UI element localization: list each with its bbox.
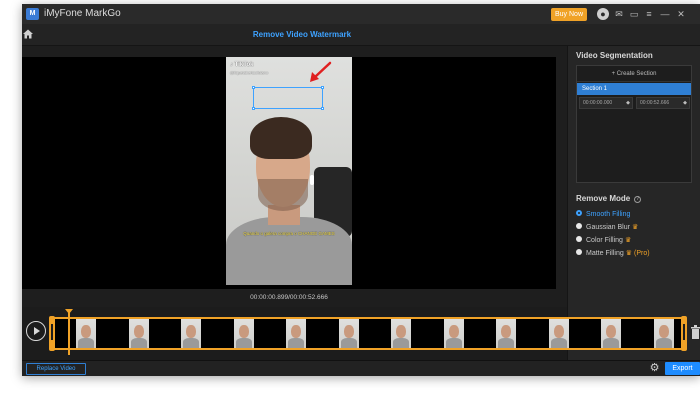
- segmentation-title: Video Segmentation: [576, 51, 653, 60]
- radio-icon[interactable]: [576, 249, 582, 255]
- close-icon[interactable]: ✕: [675, 8, 687, 20]
- bottom-bar: Replace Video ⚙ Export: [22, 360, 700, 376]
- help-icon[interactable]: ?: [634, 196, 642, 203]
- trim-handle-right[interactable]: [681, 316, 687, 351]
- radio-icon[interactable]: [576, 223, 582, 229]
- mail-icon[interactable]: ✉: [613, 8, 625, 20]
- mode-gaussian-blur[interactable]: Gaussian Blur ♛: [576, 222, 638, 233]
- spinner-icon[interactable]: ◆: [626, 98, 630, 108]
- filmstrip-thumbnail: [286, 319, 306, 348]
- crown-icon: ♛: [631, 224, 639, 231]
- app-title: iMyFone MarkGo: [44, 8, 121, 19]
- create-section-button[interactable]: + Create Section: [577, 66, 691, 82]
- segmentation-box: + Create Section Section 1 00:00:00.000 …: [576, 65, 692, 183]
- mode-label: Smooth Filling: [586, 211, 631, 218]
- filmstrip-thumbnail: [181, 319, 201, 348]
- mode-label: Gaussian Blur: [586, 224, 630, 231]
- resize-handle[interactable]: [252, 107, 255, 110]
- filmstrip-thumbnail: [76, 319, 96, 348]
- timeline: [22, 307, 687, 362]
- resize-handle[interactable]: [252, 86, 255, 89]
- home-icon[interactable]: [22, 28, 34, 40]
- mode-color-filling[interactable]: Color Filling ♛: [576, 235, 631, 246]
- playhead[interactable]: [65, 309, 73, 355]
- buy-now-button[interactable]: Buy Now: [551, 8, 587, 21]
- section-start-value: 00:00:00.000: [583, 100, 613, 106]
- filmstrip-thumbnail: [496, 319, 516, 348]
- trim-handle-left[interactable]: [49, 316, 55, 351]
- app-logo-icon: M: [26, 8, 39, 20]
- resize-handle[interactable]: [321, 107, 324, 110]
- crown-icon: ♛: [624, 237, 632, 244]
- filmstrip-thumbnail: [128, 319, 149, 348]
- filmstrip-thumbnail: [548, 319, 569, 348]
- replace-video-button[interactable]: Replace Video: [26, 363, 86, 375]
- tiktok-handle: @fiqueiabertaofulano: [230, 70, 269, 75]
- filmstrip[interactable]: [52, 317, 687, 350]
- filmstrip-thumbnail: [391, 319, 411, 348]
- avatar-icon[interactable]: ●: [597, 8, 609, 20]
- filmstrip-thumbnail: [601, 319, 621, 348]
- gear-icon[interactable]: ⚙: [649, 363, 660, 374]
- earphone: [310, 175, 314, 185]
- video-preview: ♪ TikTok @fiqueiabertaofulano Quando o g…: [22, 57, 556, 289]
- pro-tag: (Pro): [634, 250, 650, 257]
- chat-icon[interactable]: ▭: [628, 8, 640, 20]
- spinner-icon[interactable]: ◆: [683, 98, 687, 108]
- remove-mode-header: Remove Mode?: [576, 194, 642, 203]
- video-caption: Quando o galera compra o CHANGE GAMES: [243, 231, 335, 236]
- radio-selected-icon[interactable]: [576, 210, 582, 216]
- minimize-icon[interactable]: —: [659, 8, 671, 20]
- section-end-time[interactable]: 00:00:52.666 ◆: [636, 97, 690, 109]
- time-readout: 00:00:00.899/00:00:52.666: [250, 294, 328, 301]
- filmstrip-thumbnail: [233, 319, 254, 348]
- sub-header: Remove Video Watermark: [22, 24, 700, 46]
- section-start-time[interactable]: 00:00:00.000 ◆: [579, 97, 633, 109]
- person-body: [226, 217, 352, 285]
- menu-icon[interactable]: ≡: [643, 8, 655, 20]
- trash-icon[interactable]: [691, 325, 700, 339]
- play-button[interactable]: [26, 321, 46, 341]
- filmstrip-thumbnail: [443, 319, 464, 348]
- section-item[interactable]: Section 1: [577, 83, 691, 95]
- filmstrip-thumbnail: [338, 319, 359, 348]
- resize-handle[interactable]: [321, 86, 324, 89]
- section-end-value: 00:00:52.666: [640, 100, 670, 106]
- video-frame: ♪ TikTok @fiqueiabertaofulano Quando o g…: [226, 57, 352, 285]
- mode-label: Color Filling: [586, 237, 623, 244]
- crown-icon: ♛: [625, 250, 633, 257]
- radio-icon[interactable]: [576, 236, 582, 242]
- person-beard: [258, 179, 308, 211]
- mode-matte-filling[interactable]: Matte Filling ♛ (Pro): [576, 248, 650, 259]
- page-title: Remove Video Watermark: [252, 30, 352, 39]
- red-arrow-icon: [310, 61, 332, 82]
- title-bar: M iMyFone MarkGo Buy Now ● ✉ ▭ ≡ — ✕: [22, 4, 700, 24]
- mode-smooth-filling[interactable]: Smooth Filling: [576, 209, 630, 220]
- remove-mode-title: Remove Mode: [576, 194, 631, 203]
- tiktok-watermark: ♪ TikTok: [230, 62, 254, 68]
- export-button[interactable]: Export: [665, 362, 700, 375]
- filmstrip-thumbnail: [653, 319, 674, 348]
- person-hair: [250, 117, 312, 159]
- app-window: M iMyFone MarkGo Buy Now ● ✉ ▭ ≡ — ✕ Rem…: [22, 4, 700, 376]
- mode-label: Matte Filling: [586, 250, 624, 257]
- watermark-selection-box[interactable]: [252, 86, 324, 110]
